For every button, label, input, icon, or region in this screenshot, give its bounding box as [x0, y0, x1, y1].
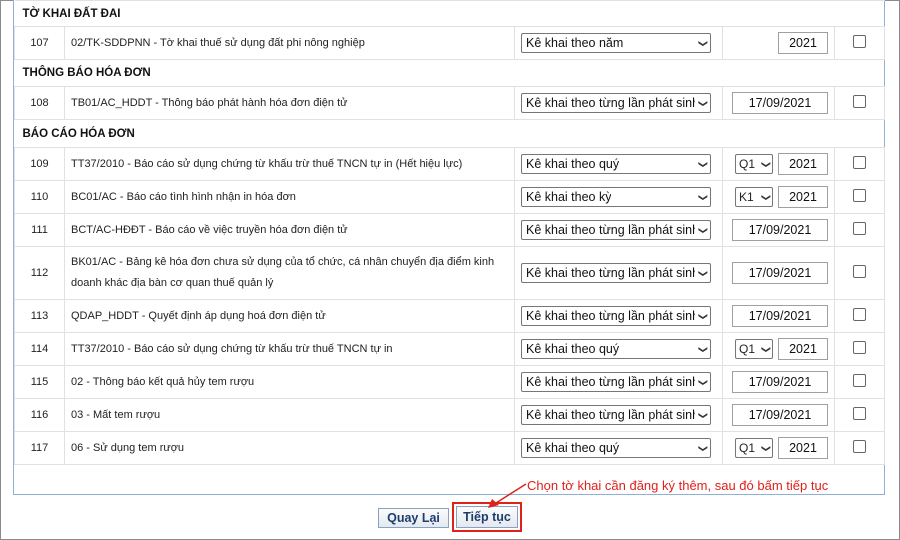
annotation-arrow [488, 483, 527, 508]
annotation-text: Chọn tờ khai cần đăng ký thêm, sau đó bấ… [527, 478, 829, 493]
